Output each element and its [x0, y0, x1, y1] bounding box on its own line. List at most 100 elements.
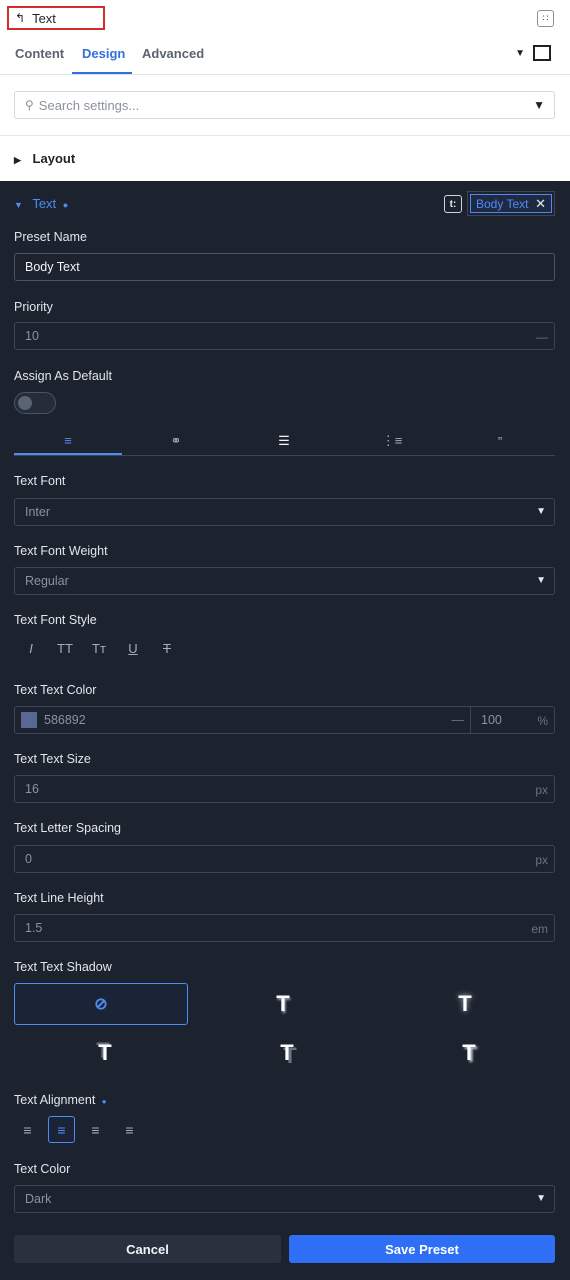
close-icon[interactable]: ✕ [535, 196, 546, 212]
alignment-options: ≡ ≡ ≡ ≡ [14, 1116, 150, 1144]
top-bar: ↰ Text ∷ Content Design Advanced ▼ ⚲ Sea… [0, 0, 570, 181]
font-weight-value: Regular [25, 574, 69, 588]
cancel-button[interactable]: Cancel [14, 1235, 281, 1263]
tab-advanced[interactable]: Advanced [142, 46, 204, 61]
shadow-sample: T [276, 991, 290, 1016]
line-height-unit: em [531, 922, 548, 936]
shadow-option-3[interactable]: T [18, 1032, 192, 1074]
preset-icon[interactable]: t: [444, 195, 462, 213]
caret-down-icon: ▼ [536, 1193, 546, 1204]
save-preset-button[interactable]: Save Preset [289, 1235, 555, 1263]
text-font-label: Text Font [14, 474, 66, 488]
text-color-hex: 586892 [44, 713, 86, 727]
preset-name-input[interactable]: Body Text [14, 253, 555, 281]
back-arrow-icon: ↰ [15, 11, 26, 25]
line-height-input[interactable]: 1.5 em [14, 914, 555, 942]
priority-suffix: — [536, 330, 548, 344]
align-right-icon[interactable]: ≡ [82, 1116, 109, 1143]
text-size-label: Text Text Size [14, 752, 91, 766]
opacity-value: 100 [481, 713, 502, 727]
text-element-subtabs: ≡ ⚭ ☰ ⋮≡ ” [14, 427, 555, 456]
color-value: Dark [25, 1192, 52, 1206]
shadow-option-5[interactable]: T [382, 1032, 556, 1074]
color-dash: — [451, 713, 465, 727]
shadow-sample: T [462, 1040, 476, 1065]
layout-section-toggle[interactable]: ▶ Layout [14, 151, 75, 166]
letter-spacing-label: Text Letter Spacing [14, 821, 122, 835]
text-section-label: Text [32, 196, 57, 211]
align-left-icon[interactable]: ≡ [14, 1116, 41, 1143]
search-placeholder: Search settings... [38, 97, 140, 113]
shadow-sample: T [458, 991, 472, 1016]
back-to-elements-button[interactable]: ↰ Text [7, 6, 105, 30]
font-weight-label: Text Font Weight [14, 544, 108, 558]
text-section-toggle[interactable]: ▼ Text ● [14, 196, 68, 211]
toggle-knob [18, 396, 32, 410]
alignment-label-text: Text Alignment [14, 1093, 96, 1107]
underline-button[interactable]: U [116, 641, 150, 659]
collapse-icon[interactable]: ∷ [537, 10, 554, 27]
preset-chip[interactable]: Body Text ✕ [467, 191, 555, 216]
text-color-label: Text Text Color [14, 683, 97, 697]
italic-button[interactable]: I [14, 641, 48, 659]
priority-label: Priority [14, 300, 53, 314]
uppercase-button[interactable]: TT [48, 641, 82, 659]
ordered-list-icon[interactable]: ⋮≡ [338, 427, 446, 455]
align-center-icon[interactable]: ≡ [48, 1116, 75, 1143]
text-font-value: Inter [25, 505, 51, 519]
caret-right-icon: ▶ [14, 155, 21, 165]
shadow-sample: T [280, 1040, 294, 1065]
line-height-label: Text Line Height [14, 891, 104, 905]
text-color-opacity-input[interactable]: 100 % [471, 706, 555, 734]
text-size-input[interactable]: 16 px [14, 775, 555, 803]
filter-icon[interactable]: ▼ [533, 98, 545, 112]
text-alignment-label: Text Alignment ● [14, 1093, 107, 1107]
caret-down-icon[interactable]: ▼ [515, 48, 525, 59]
shadow-sample: T [98, 1040, 112, 1065]
divider [0, 135, 570, 136]
capitalize-button[interactable]: Tт [82, 641, 116, 659]
color-label: Text Color [14, 1162, 71, 1176]
letter-spacing-value: 0 [25, 852, 32, 866]
assign-default-toggle[interactable] [14, 392, 56, 414]
shadow-none-option[interactable]: ⊘ [14, 983, 188, 1025]
preset-name-label: Preset Name [14, 230, 87, 244]
modified-dot-icon: ● [62, 200, 69, 210]
tab-design[interactable]: Design [82, 46, 125, 61]
assign-default-label: Assign As Default [14, 369, 112, 383]
line-height-value: 1.5 [25, 921, 43, 935]
text-size-value: 16 [25, 782, 39, 796]
strikethrough-button[interactable]: T [150, 641, 184, 659]
align-justify-icon[interactable]: ≡ [116, 1116, 143, 1143]
caret-down-icon: ▼ [536, 506, 546, 517]
shadow-option-1[interactable]: T [196, 983, 370, 1025]
priority-input[interactable]: 10 — [14, 322, 555, 350]
search-icon: ⚲ [25, 98, 34, 112]
quote-icon[interactable]: ” [446, 427, 554, 455]
no-shadow-icon: ⊘ [94, 996, 108, 1013]
layout-section-label: Layout [32, 151, 76, 166]
letter-spacing-unit: px [535, 853, 548, 867]
font-style-label: Text Font Style [14, 613, 97, 627]
text-color-input[interactable]: 586892 — [14, 706, 471, 734]
search-settings-field[interactable]: ⚲ Search settings... ▼ [14, 91, 555, 119]
preset-chip-label: Body Text [476, 196, 529, 211]
shadow-option-4[interactable]: T [200, 1032, 374, 1074]
responsive-preview-icon[interactable] [533, 45, 551, 61]
tab-content[interactable]: Content [15, 46, 64, 61]
color-select[interactable]: Dark ▼ [14, 1185, 555, 1213]
modified-dot-icon: ● [101, 1097, 107, 1106]
letter-spacing-input[interactable]: 0 px [14, 845, 555, 873]
preset-name-value: Body Text [25, 260, 80, 274]
list-icon[interactable]: ☰ [230, 427, 338, 455]
color-swatch[interactable] [21, 712, 37, 728]
text-font-select[interactable]: Inter ▼ [14, 498, 555, 526]
font-style-options: I TT Tт U T [14, 641, 184, 659]
opacity-unit: % [537, 714, 548, 728]
paragraph-icon[interactable]: ≡ [14, 427, 122, 455]
font-weight-select[interactable]: Regular ▼ [14, 567, 555, 595]
text-shadow-label: Text Text Shadow [14, 960, 112, 974]
shadow-option-2[interactable]: T [378, 983, 552, 1025]
link-icon[interactable]: ⚭ [122, 427, 230, 455]
panel-title: Text [32, 10, 56, 26]
